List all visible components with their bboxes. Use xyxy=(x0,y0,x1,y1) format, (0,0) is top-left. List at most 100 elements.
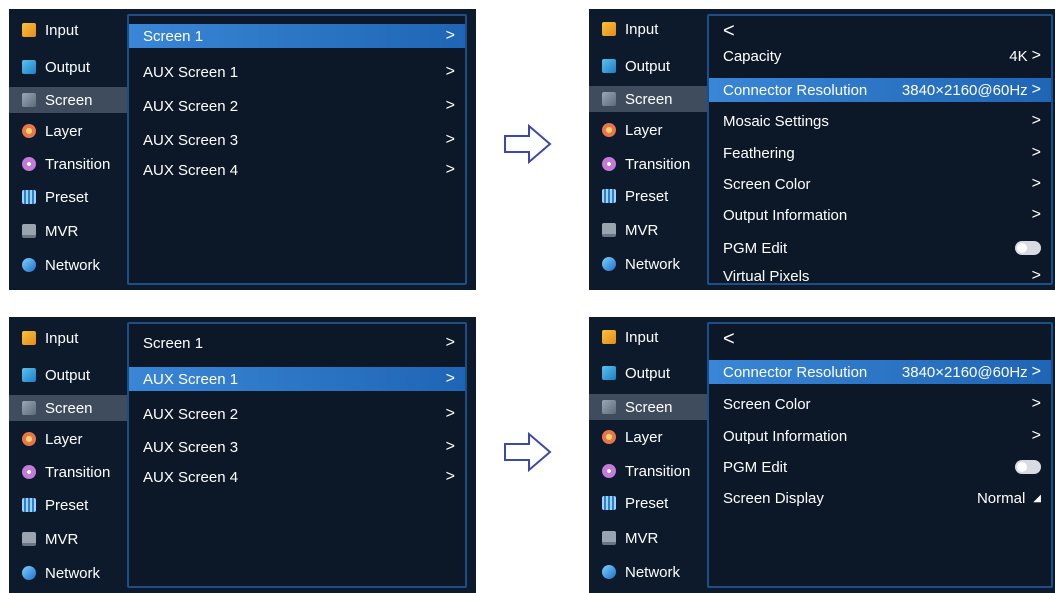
list-item-capacity[interactable]: Capacity 4K > xyxy=(709,44,1051,68)
preset-icon xyxy=(22,498,36,512)
pgm-edit-toggle[interactable] xyxy=(1015,241,1041,255)
sidebar-item-layer[interactable]: Layer xyxy=(589,117,707,143)
list-item-virtual-pixels[interactable]: Virtual Pixels > xyxy=(709,264,1051,288)
preset-icon xyxy=(602,189,616,203)
sidebar-item-label: Screen xyxy=(625,398,673,416)
arrow-right-icon xyxy=(504,431,552,473)
output-icon xyxy=(22,368,36,382)
sidebar-item-screen[interactable]: Screen xyxy=(9,395,127,421)
sidebar-item-label: Transition xyxy=(625,462,691,480)
transition-icon xyxy=(602,157,616,171)
sidebar-item-label: Preset xyxy=(45,188,89,206)
sidebar-item-label: Layer xyxy=(625,121,663,139)
sidebar-item-mvr[interactable]: MVR xyxy=(9,526,127,552)
list-item-screen-1[interactable]: Screen 1 > xyxy=(129,331,465,355)
sidebar-item-label: Output xyxy=(45,366,91,384)
list-item-aux-screen-2[interactable]: AUX Screen 2 > xyxy=(129,94,465,118)
screen-list: Screen 1 > AUX Screen 1 > AUX Screen 2 > AU… xyxy=(127,14,467,285)
sidebar-item-label: MVR xyxy=(45,530,79,548)
back-chevron-icon[interactable]: < xyxy=(723,328,735,351)
list-item-value: 4K xyxy=(1009,47,1028,65)
list-item-aux-screen-1[interactable]: AUX Screen 1 > xyxy=(129,367,465,391)
list-item-label: AUX Screen 3 xyxy=(143,438,239,456)
sidebar-item-input[interactable]: Input xyxy=(589,16,707,42)
sidebar-item-output[interactable]: Output xyxy=(589,53,707,79)
network-icon xyxy=(602,565,616,579)
list-item-screen-color[interactable]: Screen Color > xyxy=(709,392,1051,416)
screen-icon xyxy=(22,93,36,107)
list-item-aux-screen-4[interactable]: AUX Screen 4 > xyxy=(129,465,465,489)
sidebar-item-label: Input xyxy=(45,21,79,39)
screen-list: Screen 1 > AUX Screen 1 > AUX Screen 2 > AU… xyxy=(127,322,467,588)
list-item-mosaic-settings[interactable]: Mosaic Settings > xyxy=(709,109,1051,133)
sidebar-item-mvr[interactable]: MVR xyxy=(9,218,127,244)
chevron-right-icon: > xyxy=(1031,47,1041,64)
chevron-right-icon: > xyxy=(445,370,455,387)
sidebar-item-preset[interactable]: Preset xyxy=(589,490,707,516)
chevron-right-icon: > xyxy=(445,405,455,422)
sidebar-item-transition[interactable]: Transition xyxy=(589,151,707,177)
sidebar-item-screen[interactable]: Screen xyxy=(589,86,707,112)
sidebar-item-transition[interactable]: Transition xyxy=(9,151,127,177)
sidebar-item-layer[interactable]: Layer xyxy=(589,424,707,450)
sidebar-item-preset[interactable]: Preset xyxy=(9,492,127,518)
list-item-output-information[interactable]: Output Information > xyxy=(709,424,1051,448)
list-item-label: Output Information xyxy=(723,206,848,224)
back-chevron-icon[interactable]: < xyxy=(723,20,735,43)
list-item-pgm-edit[interactable]: PGM Edit xyxy=(709,455,1051,479)
list-item-feathering[interactable]: Feathering > xyxy=(709,141,1051,165)
sidebar-item-transition[interactable]: Transition xyxy=(9,459,127,485)
list-item-aux-screen-3[interactable]: AUX Screen 3 > xyxy=(129,128,465,152)
sidebar-item-network[interactable]: Network xyxy=(589,559,707,585)
sidebar-item-output[interactable]: Output xyxy=(589,360,707,386)
sidebar-item-screen[interactable]: Screen xyxy=(589,394,707,420)
sidebar-item-layer[interactable]: Layer xyxy=(9,426,127,452)
sidebar-item-network[interactable]: Network xyxy=(589,251,707,277)
list-item-label: AUX Screen 1 xyxy=(143,63,239,81)
sidebar-item-input[interactable]: Input xyxy=(9,325,127,351)
list-item-aux-screen-3[interactable]: AUX Screen 3 > xyxy=(129,435,465,459)
list-item-screen-color[interactable]: Screen Color > xyxy=(709,172,1051,196)
sidebar-item-preset[interactable]: Preset xyxy=(589,183,707,209)
dropdown-triangle-icon[interactable]: ◢ xyxy=(1033,493,1041,504)
sidebar-item-screen[interactable]: Screen xyxy=(9,87,127,113)
panel-top-left: Input Output Screen Layer Transition Pre… xyxy=(9,9,476,290)
preset-icon xyxy=(602,496,616,510)
sidebar-item-label: Output xyxy=(625,57,671,75)
sidebar-item-input[interactable]: Input xyxy=(589,324,707,350)
pgm-edit-toggle[interactable] xyxy=(1015,460,1041,474)
sidebar-item-network[interactable]: Network xyxy=(9,252,127,278)
chevron-right-icon: > xyxy=(1031,206,1041,223)
sidebar-item-preset[interactable]: Preset xyxy=(9,184,127,210)
sidebar-item-mvr[interactable]: MVR xyxy=(589,525,707,551)
list-item-label: AUX Screen 3 xyxy=(143,131,239,149)
sidebar-item-output[interactable]: Output xyxy=(9,54,127,80)
list-item-screen-1[interactable]: Screen 1 > xyxy=(129,24,465,48)
sidebar-item-output[interactable]: Output xyxy=(9,362,127,388)
output-icon xyxy=(602,366,616,380)
screen-icon xyxy=(22,401,36,415)
sidebar-item-layer[interactable]: Layer xyxy=(9,118,127,144)
list-item-aux-screen-1[interactable]: AUX Screen 1 > xyxy=(129,60,465,84)
list-item-connector-resolution[interactable]: Connector Resolution 3840×2160@60Hz > xyxy=(709,360,1051,384)
list-item-value: 3840×2160@60Hz xyxy=(901,363,1028,381)
sidebar-item-label: Output xyxy=(625,364,671,382)
list-item-aux-screen-4[interactable]: AUX Screen 4 > xyxy=(129,158,465,182)
list-item-connector-resolution[interactable]: Connector Resolution 3840×2160@60Hz > xyxy=(709,78,1051,102)
sidebar-item-network[interactable]: Network xyxy=(9,560,127,586)
sidebar-item-label: Transition xyxy=(625,155,691,173)
list-item-aux-screen-2[interactable]: AUX Screen 2 > xyxy=(129,402,465,426)
list-item-output-information[interactable]: Output Information > xyxy=(709,203,1051,227)
sidebar-item-label: MVR xyxy=(625,529,659,547)
sidebar-item-label: MVR xyxy=(625,221,659,239)
list-item-label: Virtual Pixels xyxy=(723,267,810,285)
chevron-right-icon: > xyxy=(1031,81,1041,98)
list-item-pgm-edit[interactable]: PGM Edit xyxy=(709,236,1051,260)
sidebar-item-input[interactable]: Input xyxy=(9,17,127,43)
chevron-right-icon: > xyxy=(1031,267,1041,284)
network-icon xyxy=(22,566,36,580)
sidebar-item-transition[interactable]: Transition xyxy=(589,458,707,484)
sidebar-item-mvr[interactable]: MVR xyxy=(589,217,707,243)
transition-icon xyxy=(22,157,36,171)
list-item-screen-display[interactable]: Screen Display Normal ◢ xyxy=(709,486,1051,510)
